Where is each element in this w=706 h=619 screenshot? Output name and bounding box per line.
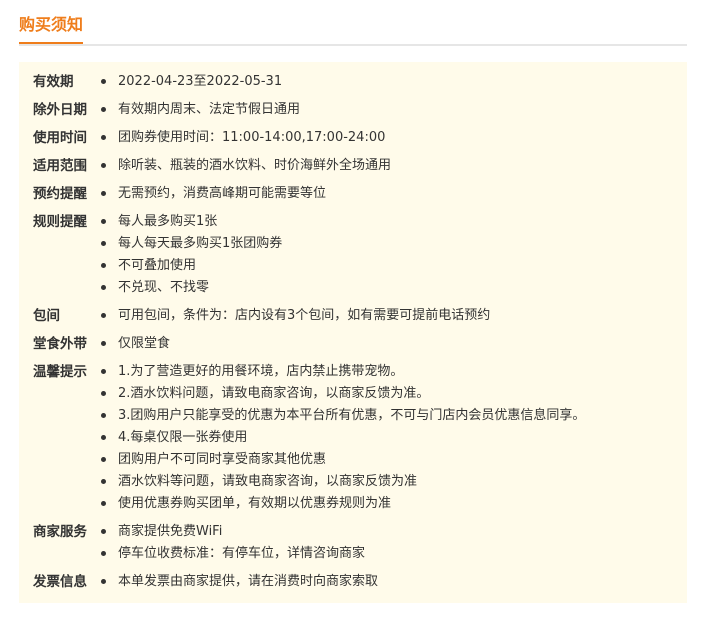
section-label: 使用时间 — [33, 130, 87, 146]
list-item: 4.每桌仅限一张券使用 — [101, 427, 585, 449]
purchase-notice-panel: 有效期 2022-04-23至2022-05-31 除外日期 有效期内周末、法定节假日… — [19, 62, 687, 603]
section-items: 2022-04-23至2022-05-31 — [101, 71, 282, 93]
bullet-icon — [101, 457, 106, 462]
bullet-icon — [101, 529, 106, 534]
section-items: 无需预约，消费高峰期可能需要等位 — [101, 183, 326, 205]
bullet-icon — [101, 501, 106, 506]
purchase-notice-header: 购买须知 — [19, 0, 687, 46]
bullet-icon — [101, 369, 106, 374]
list-item: 2022-04-23至2022-05-31 — [101, 71, 282, 93]
list-item-text: 1.为了营造更好的用餐环境，店内禁止携带宠物。 — [118, 364, 404, 379]
list-item: 团购用户不可同时享受商家其他优惠 — [101, 449, 585, 471]
list-item-text: 团购用户不可同时享受商家其他优惠 — [118, 452, 327, 467]
section-label: 规则提醒 — [33, 214, 87, 230]
bullet-icon — [101, 479, 106, 484]
section-items: 团购券使用时间：11:00-14:00,17:00-24:00 — [101, 127, 385, 149]
list-item-text: 不可叠加使用 — [118, 258, 197, 273]
notice-section: 商家服务 商家提供免费WiFi 停车位收费标准：有停车位，详情咨询商家 — [19, 521, 687, 565]
bullet-icon — [101, 413, 106, 418]
section-label: 有效期 — [33, 74, 74, 90]
list-item-text: 不兑现、不找零 — [118, 280, 210, 295]
list-item: 3.团购用户只能享受的优惠为本平台所有优惠，不可与门店内会员优惠信息同享。 — [101, 405, 585, 427]
section-label: 发票信息 — [33, 574, 87, 590]
section-label: 预约提醒 — [33, 186, 87, 202]
list-item-text: 每人每天最多购买1张团购券 — [118, 236, 283, 251]
list-item: 除听装、瓶装的酒水饮料、时价海鲜外全场通用 — [101, 155, 391, 177]
list-item: 2.酒水饮料问题，请致电商家咨询，以商家反馈为准。 — [101, 383, 585, 405]
bullet-icon — [101, 313, 106, 318]
list-item-text: 团购券使用时间：11:00-14:00,17:00-24:00 — [118, 130, 386, 145]
notice-section: 除外日期 有效期内周末、法定节假日通用 — [19, 99, 687, 121]
list-item: 使用优惠券购买团单，有效期以优惠券规则为准 — [101, 493, 585, 515]
bullet-icon — [101, 551, 106, 556]
list-item: 不兑现、不找零 — [101, 277, 282, 299]
list-item-text: 除听装、瓶装的酒水饮料、时价海鲜外全场通用 — [118, 158, 392, 173]
section-items: 除听装、瓶装的酒水饮料、时价海鲜外全场通用 — [101, 155, 391, 177]
section-items: 可用包间，条件为：店内设有3个包间，如有需要可提前电话预约 — [101, 305, 490, 327]
list-item-text: 停车位收费标准：有停车位，详情咨询商家 — [118, 546, 366, 561]
list-item: 不可叠加使用 — [101, 255, 282, 277]
notice-section: 堂食外带 仅限堂食 — [19, 333, 687, 355]
notice-section: 规则提醒 每人最多购买1张 每人每天最多购买1张团购券 不可叠加使用 不兑现、不找零 — [19, 211, 687, 299]
list-item: 1.为了营造更好的用餐环境，店内禁止携带宠物。 — [101, 361, 585, 383]
section-items: 仅限堂食 — [101, 333, 170, 355]
bullet-icon — [101, 219, 106, 224]
bullet-icon — [101, 341, 106, 346]
list-item: 无需预约，消费高峰期可能需要等位 — [101, 183, 326, 205]
list-item-text: 有效期内周末、法定节假日通用 — [118, 102, 301, 117]
list-item-text: 2022-04-23至2022-05-31 — [118, 74, 283, 89]
notice-section: 包间 可用包间，条件为：店内设有3个包间，如有需要可提前电话预约 — [19, 305, 687, 327]
list-item-text: 使用优惠券购买团单，有效期以优惠券规则为准 — [118, 496, 392, 511]
notice-section: 温馨提示 1.为了营造更好的用餐环境，店内禁止携带宠物。 2.酒水饮料问题，请致电商… — [19, 361, 687, 515]
list-item: 酒水饮料等问题，请致电商家咨询，以商家反馈为准 — [101, 471, 585, 493]
list-item-text: 2.酒水饮料问题，请致电商家咨询，以商家反馈为准。 — [118, 386, 430, 401]
bullet-icon — [101, 435, 106, 440]
list-item-text: 4.每桌仅限一张券使用 — [118, 430, 248, 445]
section-items: 本单发票由商家提供，请在消费时向商家索取 — [101, 571, 378, 593]
section-label: 适用范围 — [33, 158, 87, 174]
section-items: 1.为了营造更好的用餐环境，店内禁止携带宠物。 2.酒水饮料问题，请致电商家咨询，… — [101, 361, 585, 515]
section-label: 包间 — [33, 308, 60, 324]
bullet-icon — [101, 163, 106, 168]
page-title: 购买须知 — [19, 14, 84, 44]
list-item: 可用包间，条件为：店内设有3个包间，如有需要可提前电话预约 — [101, 305, 490, 327]
list-item-text: 酒水饮料等问题，请致电商家咨询，以商家反馈为准 — [118, 474, 418, 489]
list-item: 商家提供免费WiFi — [101, 521, 365, 543]
list-item-text: 3.团购用户只能享受的优惠为本平台所有优惠，不可与门店内会员优惠信息同享。 — [118, 408, 586, 423]
section-items: 有效期内周末、法定节假日通用 — [101, 99, 300, 121]
section-label: 温馨提示 — [33, 364, 87, 380]
bullet-icon — [101, 135, 106, 140]
bullet-icon — [101, 285, 106, 290]
list-item-text: 仅限堂食 — [118, 336, 171, 351]
list-item-text: 商家提供免费WiFi — [118, 524, 223, 539]
notice-section: 预约提醒 无需预约，消费高峰期可能需要等位 — [19, 183, 687, 205]
list-item: 本单发票由商家提供，请在消费时向商家索取 — [101, 571, 378, 593]
section-label: 除外日期 — [33, 102, 87, 118]
list-item: 每人每天最多购买1张团购券 — [101, 233, 282, 255]
bullet-icon — [101, 391, 106, 396]
section-items: 商家提供免费WiFi 停车位收费标准：有停车位，详情咨询商家 — [101, 521, 365, 565]
bullet-icon — [101, 579, 106, 584]
list-item-text: 可用包间，条件为：店内设有3个包间，如有需要可提前电话预约 — [118, 308, 491, 323]
bullet-icon — [101, 241, 106, 246]
notice-section: 使用时间 团购券使用时间：11:00-14:00,17:00-24:00 — [19, 127, 687, 149]
section-label: 堂食外带 — [33, 336, 87, 352]
bullet-icon — [101, 107, 106, 112]
notice-section: 适用范围 除听装、瓶装的酒水饮料、时价海鲜外全场通用 — [19, 155, 687, 177]
notice-section: 有效期 2022-04-23至2022-05-31 — [19, 71, 687, 93]
list-item: 停车位收费标准：有停车位，详情咨询商家 — [101, 543, 365, 565]
section-label: 商家服务 — [33, 524, 87, 540]
list-item: 有效期内周末、法定节假日通用 — [101, 99, 300, 121]
list-item: 仅限堂食 — [101, 333, 170, 355]
list-item-text: 每人最多购买1张 — [118, 214, 218, 229]
bullet-icon — [101, 191, 106, 196]
list-item-text: 本单发票由商家提供，请在消费时向商家索取 — [118, 574, 379, 589]
notice-section: 发票信息 本单发票由商家提供，请在消费时向商家索取 — [19, 571, 687, 593]
list-item-text: 无需预约，消费高峰期可能需要等位 — [118, 186, 327, 201]
bullet-icon — [101, 79, 106, 84]
list-item: 每人最多购买1张 — [101, 211, 282, 233]
section-items: 每人最多购买1张每人每天最多购买1张团购券 不可叠加使用 不兑现、不找零 — [101, 211, 282, 299]
bullet-icon — [101, 263, 106, 268]
list-item: 团购券使用时间：11:00-14:00,17:00-24:00 — [101, 127, 385, 149]
